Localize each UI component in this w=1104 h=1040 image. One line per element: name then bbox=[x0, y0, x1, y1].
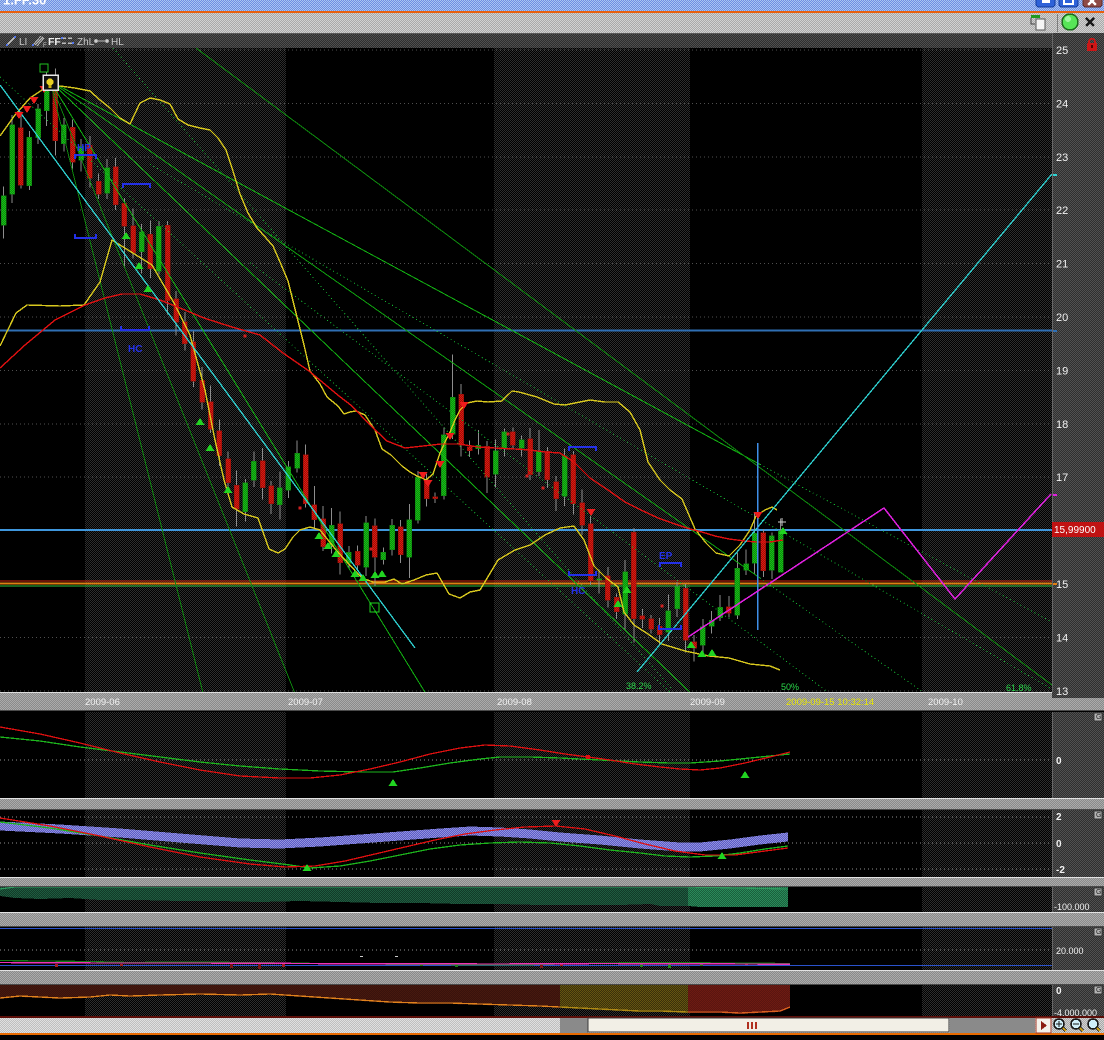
svg-text:14: 14 bbox=[1056, 632, 1068, 644]
svg-text:HC: HC bbox=[571, 586, 585, 597]
svg-text:25: 25 bbox=[1056, 45, 1068, 57]
svg-text:HL: HL bbox=[111, 37, 124, 48]
svg-text:2009-07: 2009-07 bbox=[288, 697, 323, 708]
svg-text:38.2%: 38.2% bbox=[626, 681, 652, 691]
svg-text:2009-08: 2009-08 bbox=[497, 697, 532, 708]
svg-text:-2: -2 bbox=[1056, 865, 1065, 876]
svg-text:50%: 50% bbox=[781, 682, 799, 692]
svg-text:EP: EP bbox=[659, 551, 673, 562]
svg-text:2009-10: 2009-10 bbox=[928, 697, 963, 708]
svg-text:0: 0 bbox=[1056, 756, 1062, 767]
svg-text:18: 18 bbox=[1056, 419, 1068, 431]
svg-text:61.8%: 61.8% bbox=[1006, 683, 1032, 693]
svg-text:G: G bbox=[1096, 889, 1101, 896]
svg-text:23: 23 bbox=[1056, 152, 1068, 164]
svg-text:24: 24 bbox=[1056, 98, 1068, 110]
svg-text:15,99900: 15,99900 bbox=[1054, 525, 1096, 536]
svg-text:20: 20 bbox=[1056, 312, 1068, 324]
svg-text:17: 17 bbox=[1056, 472, 1068, 484]
svg-text:20.000: 20.000 bbox=[1056, 946, 1084, 956]
svg-text:HC: HC bbox=[128, 344, 142, 355]
svg-text:2009-09-15 10:32:14: 2009-09-15 10:32:14 bbox=[786, 697, 874, 708]
svg-text:G: G bbox=[1096, 987, 1101, 994]
svg-text:2: 2 bbox=[1056, 812, 1062, 823]
svg-text:G: G bbox=[1096, 812, 1101, 819]
svg-text:HP: HP bbox=[77, 143, 91, 154]
svg-text:21: 21 bbox=[1056, 259, 1068, 271]
svg-text:G: G bbox=[1096, 714, 1101, 721]
svg-text:0: 0 bbox=[1056, 839, 1062, 850]
svg-text:LI: LI bbox=[19, 37, 27, 48]
svg-text:0: 0 bbox=[1056, 986, 1062, 997]
svg-text:F: F bbox=[43, 43, 47, 49]
svg-text:1.FF.30: 1.FF.30 bbox=[3, 0, 46, 8]
svg-text:-100.000: -100.000 bbox=[1054, 902, 1090, 912]
svg-text:2009-06: 2009-06 bbox=[85, 697, 120, 708]
svg-text:13: 13 bbox=[1056, 686, 1068, 698]
svg-text:15: 15 bbox=[1056, 579, 1068, 591]
svg-text:ZhL: ZhL bbox=[77, 37, 95, 48]
svg-text:2009-09: 2009-09 bbox=[690, 697, 725, 708]
svg-text:G: G bbox=[1096, 929, 1101, 936]
svg-text:22: 22 bbox=[1056, 205, 1068, 217]
svg-text:19: 19 bbox=[1056, 365, 1068, 377]
svg-text:FF: FF bbox=[48, 36, 61, 48]
